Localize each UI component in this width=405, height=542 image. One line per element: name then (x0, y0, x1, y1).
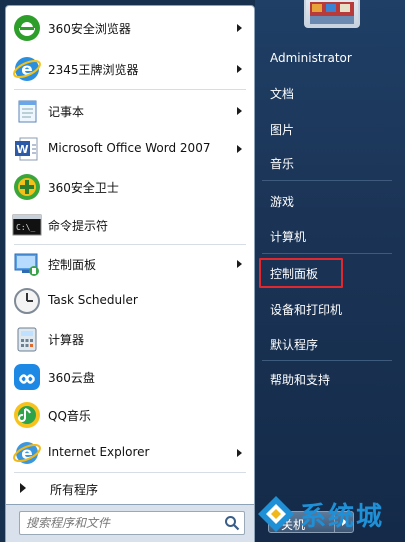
program-item-calculator[interactable]: 计算器 (6, 320, 254, 358)
submenu-arrow-icon (237, 24, 242, 32)
search-area (5, 505, 255, 542)
program-label: 计算器 (48, 333, 85, 347)
user-name[interactable]: Administrator (264, 46, 396, 72)
browser-360-icon (11, 12, 43, 44)
program-item-internet-explorer[interactable]: e Internet Explorer (6, 434, 254, 472)
all-programs-label: 所有程序 (50, 483, 99, 497)
user-avatar-icon (310, 2, 354, 24)
highlight-box (259, 258, 343, 288)
program-label: 命令提示符 (48, 219, 109, 233)
places-item-documents[interactable]: 文档 (264, 80, 396, 106)
places-label: 文档 (270, 87, 295, 101)
user-name-label: Administrator (270, 51, 352, 65)
divider (14, 89, 246, 90)
program-item-2345-browser[interactable]: e 2345王牌浏览器 (6, 50, 254, 88)
program-item-word-2007[interactable]: W Microsoft Office Word 2007 (6, 130, 254, 168)
program-item-control-panel[interactable]: 控制面板 (6, 245, 254, 283)
all-programs-button[interactable]: 所有程序 (6, 473, 254, 503)
program-label: 360安全卫士 (48, 181, 119, 195)
program-label: 360云盘 (48, 371, 95, 385)
program-label: Microsoft Office Word 2007 (48, 141, 211, 155)
places-item-help-support[interactable]: 帮助和支持 (264, 366, 396, 392)
program-label: QQ音乐 (48, 409, 91, 423)
places-label: 音乐 (270, 157, 295, 171)
control-panel-icon (11, 248, 43, 280)
clock-icon (11, 285, 43, 317)
places-item-music[interactable]: 音乐 (264, 150, 396, 176)
calculator-icon (11, 323, 43, 355)
places-item-computer[interactable]: 计算机 (264, 223, 396, 249)
watermark-text: 系统城 (300, 502, 385, 532)
word-icon: W (11, 133, 43, 165)
cloud-icon (11, 361, 43, 393)
places-label: 计算机 (270, 230, 307, 244)
program-item-360-safe[interactable]: 360安全卫士 (6, 168, 254, 206)
program-item-task-scheduler[interactable]: Task Scheduler (6, 282, 254, 320)
program-item-360-browser[interactable]: 360安全浏览器 (6, 9, 254, 47)
places-item-pictures[interactable]: 图片 (264, 116, 396, 142)
ie-icon: e (11, 437, 43, 469)
program-item-360-cloud[interactable]: 360云盘 (6, 358, 254, 396)
places-item-devices-printers[interactable]: 设备和打印机 (264, 296, 396, 322)
programs-panel: 360安全浏览器 e 2345王牌浏览器 记事本 W Microsoft Off… (5, 5, 255, 505)
submenu-arrow-icon (237, 449, 242, 457)
submenu-arrow-icon (237, 107, 242, 115)
submenu-arrow-icon (237, 145, 242, 153)
submenu-arrow-icon (237, 260, 242, 268)
qq-music-icon (11, 399, 43, 431)
program-item-notepad[interactable]: 记事本 (6, 92, 254, 130)
program-label: Internet Explorer (48, 445, 150, 459)
places-label: 帮助和支持 (270, 373, 331, 387)
places-label: 游戏 (270, 195, 295, 209)
places-label: 图片 (270, 123, 295, 137)
svg-text:C:\_: C:\_ (16, 223, 35, 232)
notepad-icon (11, 95, 43, 127)
watermark: 系统城 (250, 490, 405, 542)
expand-arrow-icon (20, 483, 26, 493)
cmd-icon: C:\_ (11, 209, 43, 241)
program-label: Task Scheduler (48, 293, 138, 307)
program-label: 控制面板 (48, 258, 97, 272)
program-label: 2345王牌浏览器 (48, 63, 139, 77)
program-label: 360安全浏览器 (48, 22, 131, 36)
search-input[interactable] (26, 515, 216, 531)
ie-blue-icon: e (11, 53, 43, 85)
program-label: 记事本 (48, 105, 85, 119)
user-picture[interactable] (304, 0, 360, 28)
search-box[interactable] (19, 511, 245, 535)
places-label: 默认程序 (270, 338, 319, 352)
places-label: 设备和打印机 (270, 303, 343, 317)
places-item-games[interactable]: 游戏 (264, 188, 396, 214)
watermark-logo-icon (258, 496, 294, 532)
program-item-cmd[interactable]: C:\_ 命令提示符 (6, 206, 254, 244)
shield-360-icon (11, 171, 43, 203)
program-item-qq-music[interactable]: QQ音乐 (6, 396, 254, 434)
places-item-default-programs[interactable]: 默认程序 (264, 331, 396, 357)
divider (262, 253, 392, 254)
submenu-arrow-icon (237, 65, 242, 73)
search-icon[interactable] (224, 515, 240, 531)
divider (262, 360, 392, 361)
svg-text:W: W (16, 143, 28, 156)
divider (262, 180, 392, 181)
